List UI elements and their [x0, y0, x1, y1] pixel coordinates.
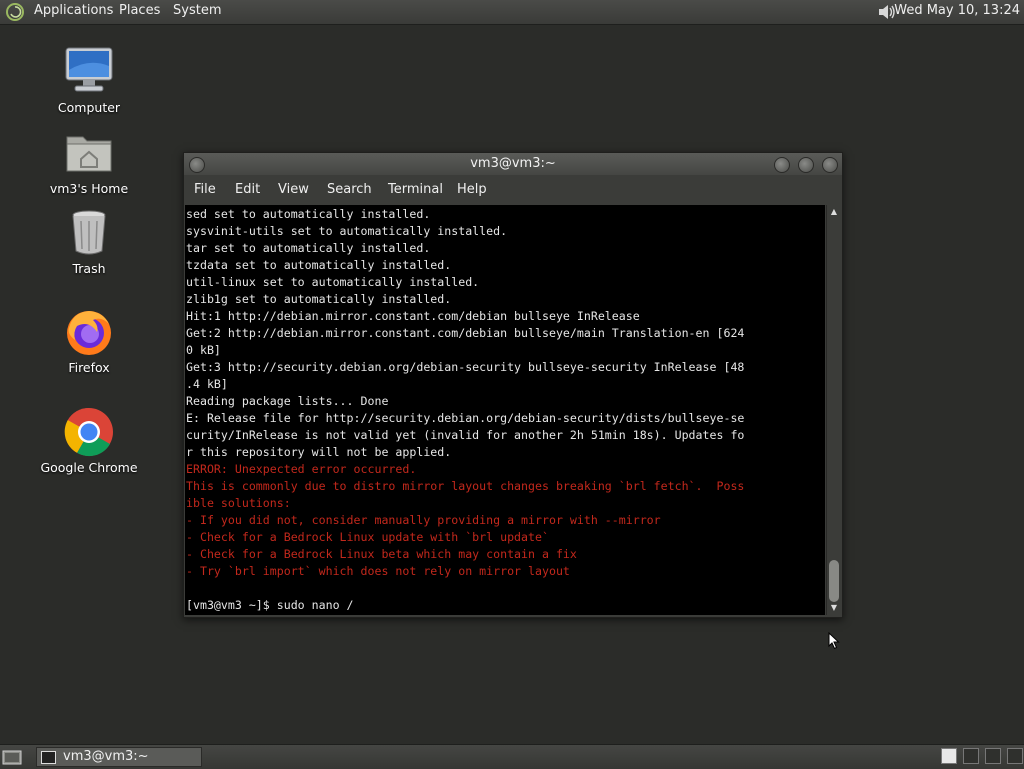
terminal-line: ERROR: Unexpected error occurred. [186, 462, 417, 476]
top-panel: Applications Places System Wed May 10, 1… [0, 0, 1024, 25]
firefox-icon [63, 306, 115, 358]
workspace-2[interactable] [963, 748, 979, 764]
terminal-line: E: Release file for http://security.debi… [186, 411, 745, 425]
desktop-icon-firefox[interactable]: Firefox [34, 306, 144, 375]
desktop-icon-computer[interactable]: Computer [34, 46, 144, 115]
bottom-panel: vm3@vm3:~ [0, 744, 1024, 769]
terminal-line: .4 kB] [186, 377, 228, 391]
terminal-line: Hit:1 http://debian.mirror.constant.com/… [186, 309, 640, 323]
menu-places[interactable]: Places [119, 0, 160, 24]
terminal-line: 0 kB] [186, 343, 221, 357]
terminal-line: - Check for a Bedrock Linux update with … [186, 530, 549, 544]
mouse-pointer-icon [828, 632, 840, 650]
terminal-line: ible solutions: [186, 496, 291, 510]
menu-view[interactable]: View [278, 175, 309, 205]
menu-edit[interactable]: Edit [235, 175, 260, 205]
desktop-icon-trash[interactable]: Trash [34, 207, 144, 276]
terminal-prompt-line: [vm3@vm3 ~]$ sudo nano / [186, 598, 354, 612]
terminal-line: tar set to automatically installed. [186, 241, 431, 255]
show-desktop-icon[interactable] [2, 748, 22, 766]
terminal-line: util-linux set to automatically installe… [186, 275, 480, 289]
desktop-icon-label: Firefox [68, 360, 110, 375]
chrome-icon [63, 406, 115, 458]
scroll-down-arrow-icon[interactable]: ▼ [829, 603, 839, 613]
taskbar-terminal-button[interactable]: vm3@vm3:~ [36, 747, 202, 767]
terminal-line: sysvinit-utils set to automatically inst… [186, 224, 508, 238]
terminal-line: This is commonly due to distro mirror la… [186, 479, 745, 493]
terminal-line: tzdata set to automatically installed. [186, 258, 452, 272]
terminal-line: Get:3 http://security.debian.org/debian-… [186, 360, 745, 374]
terminal-output[interactable]: sed set to automatically installed. sysvi… [185, 205, 825, 615]
terminal-icon [41, 751, 56, 764]
terminal-line: Reading package lists... Done [186, 394, 389, 408]
window-menu-icon[interactable] [189, 157, 205, 173]
terminal-line: r this repository will not be applied. [186, 445, 452, 459]
desktop-icon-chrome[interactable]: Google Chrome [34, 406, 144, 475]
terminal-line: sed set to automatically installed. [186, 207, 431, 221]
window-title: vm3@vm3:~ [470, 156, 556, 171]
scrollbar-thumb[interactable] [829, 560, 839, 602]
terminal-line: zlib1g set to automatically installed. [186, 292, 452, 306]
close-button[interactable] [822, 157, 838, 173]
menu-applications[interactable]: Applications [34, 0, 113, 24]
desktop-icon-label: Computer [57, 100, 121, 115]
terminal-line: - If you did not, consider manually prov… [186, 513, 661, 527]
taskbar-terminal-label: vm3@vm3:~ [63, 749, 149, 764]
workspace-1[interactable] [941, 748, 957, 764]
terminal-scrollbar[interactable]: ▲ ▼ [826, 205, 841, 615]
desktop-icon-label: Google Chrome [40, 460, 138, 475]
desktop-icon-label: vm3's Home [49, 181, 129, 196]
workspace-4[interactable] [1007, 748, 1023, 764]
computer-icon [63, 46, 115, 98]
debian-logo-icon[interactable] [5, 2, 25, 22]
trash-icon [63, 207, 115, 259]
clock[interactable]: Wed May 10, 13:24 [894, 0, 1020, 24]
minimize-button[interactable] [774, 157, 790, 173]
window-menubar: File Edit View Search Terminal Help [184, 175, 842, 205]
scroll-up-arrow-icon[interactable]: ▲ [829, 207, 839, 217]
window-titlebar[interactable]: vm3@vm3:~ [184, 153, 842, 175]
terminal-line: - Check for a Bedrock Linux beta which m… [186, 547, 577, 561]
home-folder-icon [63, 127, 115, 179]
workspace-3[interactable] [985, 748, 1001, 764]
menu-system[interactable]: System [173, 0, 221, 24]
terminal-line: - Try `brl import` which does not rely o… [186, 564, 570, 578]
desktop-icon-label: Trash [72, 261, 106, 276]
menu-search[interactable]: Search [327, 175, 372, 205]
menu-terminal[interactable]: Terminal [388, 175, 443, 205]
terminal-line: Get:2 http://debian.mirror.constant.com/… [186, 326, 745, 340]
desktop-icon-home[interactable]: vm3's Home [34, 127, 144, 196]
terminal-window: vm3@vm3:~ File Edit View Search Terminal… [183, 152, 843, 618]
maximize-button[interactable] [798, 157, 814, 173]
menu-help[interactable]: Help [457, 175, 487, 205]
terminal-line: curity/InRelease is not valid yet (inval… [186, 428, 745, 442]
menu-file[interactable]: File [194, 175, 216, 205]
